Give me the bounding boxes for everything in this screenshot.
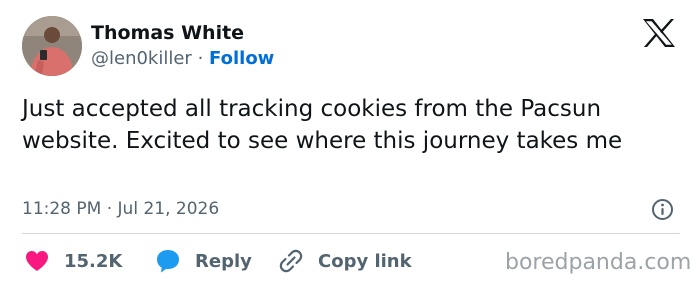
timestamp-separator: · <box>106 199 113 219</box>
author-block: Thomas White @len0killer · Follow <box>91 21 274 71</box>
info-icon[interactable] <box>651 198 674 221</box>
divider <box>22 233 680 234</box>
copy-link-button[interactable]: Copy link <box>278 247 412 275</box>
like-count: 15.2K <box>64 250 123 272</box>
tweet-time: 11:28 PM <box>22 199 102 219</box>
tweet-timestamp[interactable]: 11:28 PM · Jul 21, 2026 <box>22 197 219 221</box>
heart-icon <box>26 251 48 271</box>
reply-button[interactable]: Reply <box>155 247 252 275</box>
tweet-date: Jul 21, 2026 <box>117 199 220 219</box>
user-handle[interactable]: @len0killer <box>91 48 192 69</box>
avatar[interactable] <box>22 16 82 76</box>
speech-bubble-icon <box>157 250 179 273</box>
handle-separator: · <box>197 48 204 69</box>
reply-label: Reply <box>195 250 252 272</box>
tweet-text: Just accepted all tracking cookies from … <box>22 96 623 154</box>
display-name[interactable]: Thomas White <box>91 21 274 45</box>
x-logo-icon[interactable] <box>642 18 676 48</box>
handle-line: @len0killer · Follow <box>91 47 274 71</box>
profile-photo <box>22 16 82 76</box>
link-icon <box>279 249 303 273</box>
copy-link-label: Copy link <box>318 250 412 272</box>
watermark: boredpanda.com <box>505 250 692 275</box>
like-button[interactable]: 15.2K <box>24 247 122 275</box>
follow-button[interactable]: Follow <box>209 48 274 69</box>
